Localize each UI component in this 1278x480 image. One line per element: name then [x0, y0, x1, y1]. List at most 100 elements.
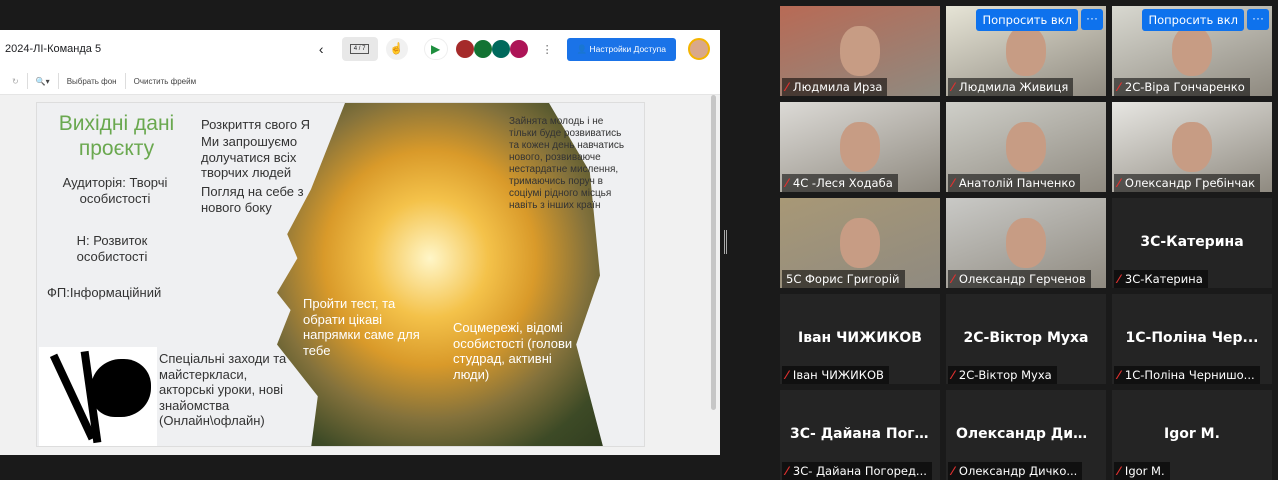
- participant-video: [1006, 26, 1046, 76]
- participant-name-label: ⁄ 2С-Віктор Муха: [948, 366, 1057, 384]
- participant-name: 3С- Дайана Погоред...: [792, 464, 927, 478]
- participant-name-label: 5С Форис Григорій: [782, 270, 905, 288]
- participant-name: Людмила Ирза: [792, 80, 883, 94]
- participant-name: Олександр Дичко...: [958, 464, 1078, 478]
- participant-name: 1С-Поліна Чернишо...: [1124, 368, 1255, 382]
- panel-resize-handle[interactable]: [724, 230, 727, 254]
- participant-video: [1006, 218, 1046, 268]
- participant-tile[interactable]: 2С-Віктор Муха ⁄ 2С-Віктор Муха: [946, 294, 1106, 384]
- doc-title[interactable]: 2024-ЛІ-Команда 5: [5, 43, 101, 55]
- events-text: Спеціальні заходи та майстеркласи, актор…: [159, 351, 287, 429]
- divider: [57, 73, 59, 89]
- participant-name-label: ⁄ Людмила Ирза: [782, 78, 888, 96]
- participant-display-name: 2С-Віктор Муха: [963, 330, 1089, 346]
- participant-display-name: 1С-Поліна Чер...: [1125, 330, 1259, 346]
- redo-icon[interactable]: ↻: [12, 77, 19, 86]
- slide: Вихідні дані проєкту Аудиторія: Творчі о…: [36, 102, 645, 447]
- participant-name-label: ⁄ Igor M.: [1114, 462, 1170, 480]
- participant-tile[interactable]: Попросить вкл ··· ⁄ 2С-Віра Гончаренко: [1112, 6, 1272, 96]
- muted-mic-icon: ⁄: [1118, 80, 1120, 94]
- ask-unmute-button[interactable]: Попросить вкл: [976, 9, 1078, 31]
- participant-name: 2С-Віра Гончаренко: [1124, 80, 1245, 94]
- participant-tile[interactable]: 1С-Поліна Чер... ⁄ 1С-Поліна Чернишо...: [1112, 294, 1272, 384]
- participant-display-name: Іван ЧИЖИКОВ: [798, 330, 922, 346]
- muted-mic-icon: ⁄: [952, 80, 954, 94]
- more-vert-icon[interactable]: ⋮: [542, 43, 553, 56]
- participant-tile[interactable]: ⁄ Анатолій Панченко: [946, 102, 1106, 192]
- participant-display-name: Igor M.: [1164, 426, 1220, 442]
- muted-mic-icon: ⁄: [952, 368, 954, 382]
- participant-name-label: ⁄ 3С- Дайана Погоред...: [782, 462, 932, 480]
- participant-name: Іван ЧИЖИКОВ: [792, 368, 884, 382]
- participant-tile[interactable]: ⁄ Олександр Герченов: [946, 198, 1106, 288]
- prev-page-icon[interactable]: ‹: [319, 41, 324, 57]
- muted-mic-icon: ⁄: [952, 176, 954, 190]
- test-text: Пройти тест, та обрати цікаві напрямки с…: [303, 296, 420, 358]
- participant-name: Igor M.: [1124, 464, 1165, 478]
- participant-tile[interactable]: ⁄ 4С -Леся Ходаба: [780, 102, 940, 192]
- muted-mic-icon: ⁄: [786, 80, 788, 94]
- choose-background-button[interactable]: Выбрать фон: [67, 77, 117, 86]
- participant-video: [1006, 122, 1046, 172]
- share-button-label: Настройки Доступа: [589, 43, 666, 54]
- shared-screen: 2024-ЛІ-Команда 5 ‹ 4 / 7 ☝ ▶ ⋮ 👤 Настро…: [0, 30, 720, 455]
- participant-video: [840, 26, 880, 76]
- participant-tile[interactable]: Igor M. ⁄ Igor M.: [1112, 390, 1272, 480]
- clear-frame-button[interactable]: Очистить фрейм: [134, 77, 197, 86]
- share-button[interactable]: 👤 Настройки Доступа: [566, 37, 676, 61]
- page-indicator-button[interactable]: 4 / 7: [341, 37, 378, 61]
- participant-name: Олександр Герченов: [958, 272, 1086, 286]
- divider: [26, 73, 28, 89]
- more-options-button[interactable]: ···: [1247, 9, 1269, 30]
- muted-mic-icon: ⁄: [1118, 176, 1120, 190]
- participant-name-label: ⁄ 1С-Поліна Чернишо...: [1114, 366, 1260, 384]
- participant-name: 4С -Леся Ходаба: [792, 176, 893, 190]
- audience-text: Аудиторія: Творчі особистості: [62, 175, 168, 206]
- muted-mic-icon: ⁄: [786, 464, 788, 478]
- participant-name-label: ⁄ Анатолій Панченко: [948, 174, 1081, 192]
- participant-name: 3С-Катерина: [1124, 272, 1203, 286]
- muted-mic-icon: ⁄: [1118, 464, 1120, 478]
- ask-unmute-button[interactable]: Попросить вкл: [1142, 9, 1244, 31]
- participant-tile[interactable]: Іван ЧИЖИКОВ ⁄ Іван ЧИЖИКОВ: [780, 294, 940, 384]
- muted-mic-icon: ⁄: [1118, 272, 1120, 286]
- zoom-icon[interactable]: 🔍▾: [36, 77, 50, 86]
- more-options-button[interactable]: ···: [1081, 9, 1103, 30]
- participant-tile[interactable]: 3С- Дайана Пог... ⁄ 3С- Дайана Погоред...: [780, 390, 940, 480]
- participant-display-name: Олександр Дич...: [956, 426, 1099, 442]
- participant-name: Людмила Живиця: [958, 80, 1069, 94]
- participant-name-label: ⁄ Людмила Живиця: [948, 78, 1074, 96]
- social-text: Соцмережі, відомі особистості (голови ст…: [453, 320, 573, 382]
- toolbar: ↻ 🔍▾ Выбрать фон Очистить фрейм: [0, 68, 720, 95]
- muted-mic-icon: ⁄: [786, 368, 788, 382]
- participant-tile[interactable]: Попросить вкл ··· ⁄ Людмила Живиця: [946, 6, 1106, 96]
- page-indicator: 4 / 7: [349, 44, 370, 54]
- participant-tile[interactable]: 5С Форис Григорій: [780, 198, 940, 288]
- divider: [124, 73, 126, 89]
- participant-video: [1172, 122, 1212, 172]
- participant-tile[interactable]: ⁄ Людмила Ирза: [780, 6, 940, 96]
- participant-tile[interactable]: ⁄ Олександр Гребінчак: [1112, 102, 1272, 192]
- user-avatar[interactable]: [688, 38, 710, 60]
- meet-icon[interactable]: ▶: [423, 38, 448, 60]
- collaborator-avatars: [455, 40, 528, 58]
- hand-tool-icon[interactable]: ☝: [385, 38, 408, 60]
- participant-tile[interactable]: 3С-Катерина ⁄ 3С-Катерина: [1112, 198, 1272, 288]
- participant-name-label: ⁄ Олександр Дичко...: [948, 462, 1083, 480]
- art-palette-icon: [39, 347, 157, 446]
- participant-name: Олександр Гребінчак: [1124, 176, 1256, 190]
- participant-name-label: ⁄ Олександр Гребінчак: [1114, 174, 1261, 192]
- view-text: Погляд на себе з нового боку: [201, 184, 304, 215]
- muted-mic-icon: ⁄: [952, 272, 954, 286]
- scrollbar[interactable]: [711, 95, 716, 410]
- self-text: Розкриття свого Я: [201, 117, 311, 132]
- participant-name-label: ⁄ 4С -Леся Ходаба: [782, 174, 898, 192]
- invite-text: Ми запрошуємо долучатися всіх творчих лю…: [201, 134, 298, 181]
- participant-video: [1172, 26, 1212, 76]
- avatar: [455, 40, 474, 58]
- muted-mic-icon: ⁄: [952, 464, 954, 478]
- participant-name: Анатолій Панченко: [958, 176, 1076, 190]
- participant-video: [840, 122, 880, 172]
- participant-name: 5С Форис Григорій: [786, 272, 900, 286]
- participant-tile[interactable]: Олександр Дич... ⁄ Олександр Дичко...: [946, 390, 1106, 480]
